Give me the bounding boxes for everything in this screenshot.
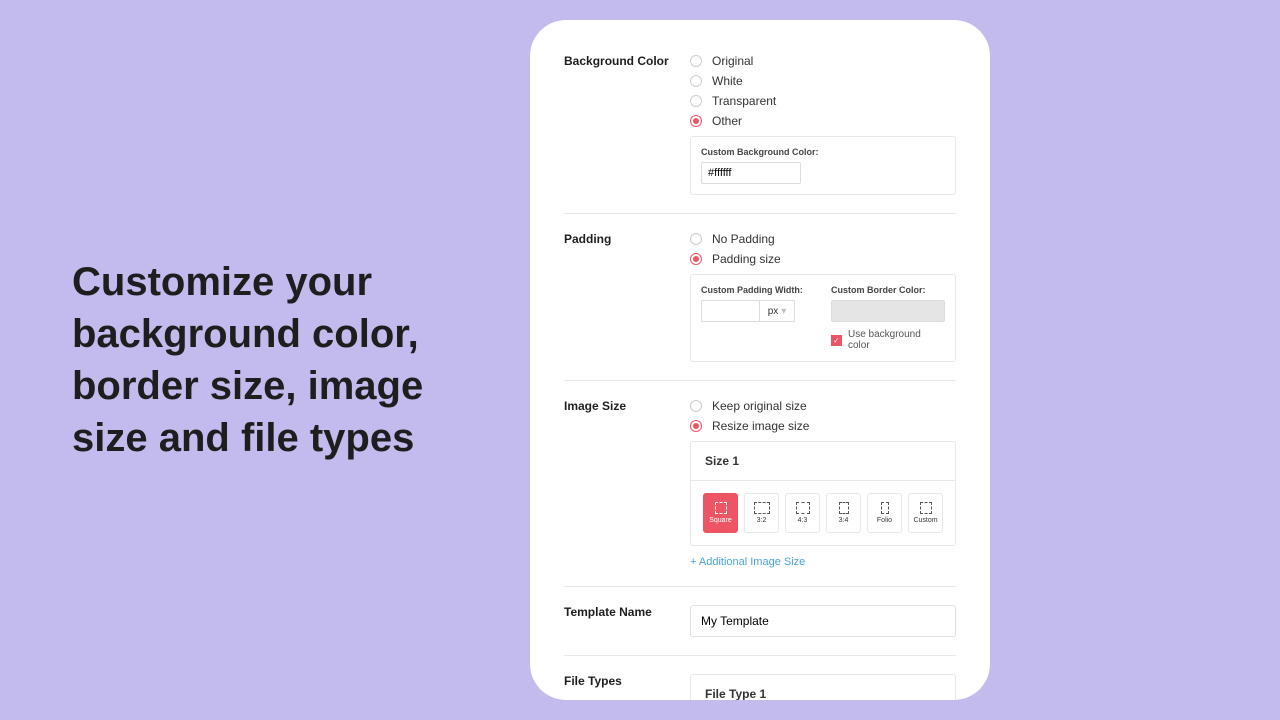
file-types-label: File Types	[564, 674, 690, 700]
padding-custom-box: Custom Padding Width: px ▾ Custom Border…	[690, 274, 956, 362]
radio-icon	[690, 75, 702, 87]
radio-icon	[690, 420, 702, 432]
chevron-down-icon: ▾	[781, 306, 786, 317]
settings-panel: Background Color Original White Transpar…	[530, 20, 990, 700]
section-background-color: Background Color Original White Transpar…	[564, 54, 956, 214]
radio-icon	[690, 253, 702, 265]
template-name-input[interactable]	[690, 605, 956, 637]
checkbox-icon: ✓	[831, 335, 842, 346]
radio-icon	[690, 233, 702, 245]
add-image-size-link[interactable]: + Additional Image Size	[690, 556, 956, 568]
bg-label: Background Color	[564, 54, 690, 195]
size-panel: Size 1 Square 3:2 4:3	[690, 441, 956, 546]
bg-radio-transparent[interactable]: Transparent	[690, 94, 956, 108]
aspect-4-3-icon	[796, 502, 810, 514]
bg-custom-label: Custom Background Color:	[701, 147, 945, 157]
radio-icon	[690, 400, 702, 412]
border-color-swatch	[831, 300, 945, 322]
padding-label: Padding	[564, 232, 690, 362]
image-size-label: Image Size	[564, 399, 690, 568]
radio-icon	[690, 95, 702, 107]
aspect-custom-icon	[920, 502, 932, 514]
radio-label: No Padding	[712, 232, 775, 246]
section-file-types: File Types File Type 1 Keep Original ⌄	[564, 674, 956, 700]
radio-label: Resize image size	[712, 419, 809, 433]
bg-radio-white[interactable]: White	[690, 74, 956, 88]
size-tile-3-2[interactable]: 3:2	[744, 493, 779, 533]
border-color-label: Custom Border Color:	[831, 285, 945, 295]
padding-width-number[interactable]	[701, 300, 759, 322]
aspect-3-2-icon	[754, 502, 770, 514]
padding-radio-none[interactable]: No Padding	[690, 232, 956, 246]
size-radio-resize[interactable]: Resize image size	[690, 419, 956, 433]
size-tile-custom[interactable]: Custom	[908, 493, 943, 533]
aspect-folio-icon	[881, 502, 889, 514]
unit-label: px	[768, 306, 779, 317]
filetype-header: File Type 1	[691, 675, 955, 700]
bg-custom-input[interactable]	[701, 162, 801, 184]
radio-label: Keep original size	[712, 399, 807, 413]
radio-label: Transparent	[712, 94, 776, 108]
radio-label: Other	[712, 114, 742, 128]
section-image-size: Image Size Keep original size Resize ima…	[564, 399, 956, 587]
tile-label: 3:4	[839, 517, 849, 524]
aspect-3-4-icon	[839, 502, 849, 514]
size-header: Size 1	[691, 442, 955, 481]
use-bg-color-label: Use background color	[848, 329, 945, 351]
tile-label: Square	[709, 517, 732, 524]
bg-custom-box: Custom Background Color:	[690, 136, 956, 195]
radio-icon	[690, 115, 702, 127]
tile-label: 4:3	[798, 517, 808, 524]
tile-label: 3:2	[757, 517, 767, 524]
use-bg-color-row[interactable]: ✓ Use background color	[831, 329, 945, 351]
size-tile-square[interactable]: Square	[703, 493, 738, 533]
bg-radio-other[interactable]: Other	[690, 114, 956, 128]
radio-label: Original	[712, 54, 753, 68]
promo-heading: Customize your background color, border …	[72, 256, 500, 464]
padding-radio-size[interactable]: Padding size	[690, 252, 956, 266]
size-radio-keep[interactable]: Keep original size	[690, 399, 956, 413]
radio-label: Padding size	[712, 252, 781, 266]
padding-width-label: Custom Padding Width:	[701, 285, 815, 295]
size-tile-4-3[interactable]: 4:3	[785, 493, 820, 533]
size-tile-folio[interactable]: Folio	[867, 493, 902, 533]
size-tile-3-4[interactable]: 3:4	[826, 493, 861, 533]
section-template-name: Template Name	[564, 605, 956, 656]
radio-icon	[690, 55, 702, 67]
filetype-panel: File Type 1 Keep Original ⌄	[690, 674, 956, 700]
section-padding: Padding No Padding Padding size Custom P…	[564, 232, 956, 381]
tile-label: Custom	[913, 517, 937, 524]
padding-width-unit[interactable]: px ▾	[759, 300, 795, 322]
aspect-square-icon	[715, 502, 727, 514]
radio-label: White	[712, 74, 743, 88]
bg-radio-original[interactable]: Original	[690, 54, 956, 68]
template-name-label: Template Name	[564, 605, 690, 637]
tile-label: Folio	[877, 517, 892, 524]
padding-width-input: px ▾	[701, 300, 815, 322]
